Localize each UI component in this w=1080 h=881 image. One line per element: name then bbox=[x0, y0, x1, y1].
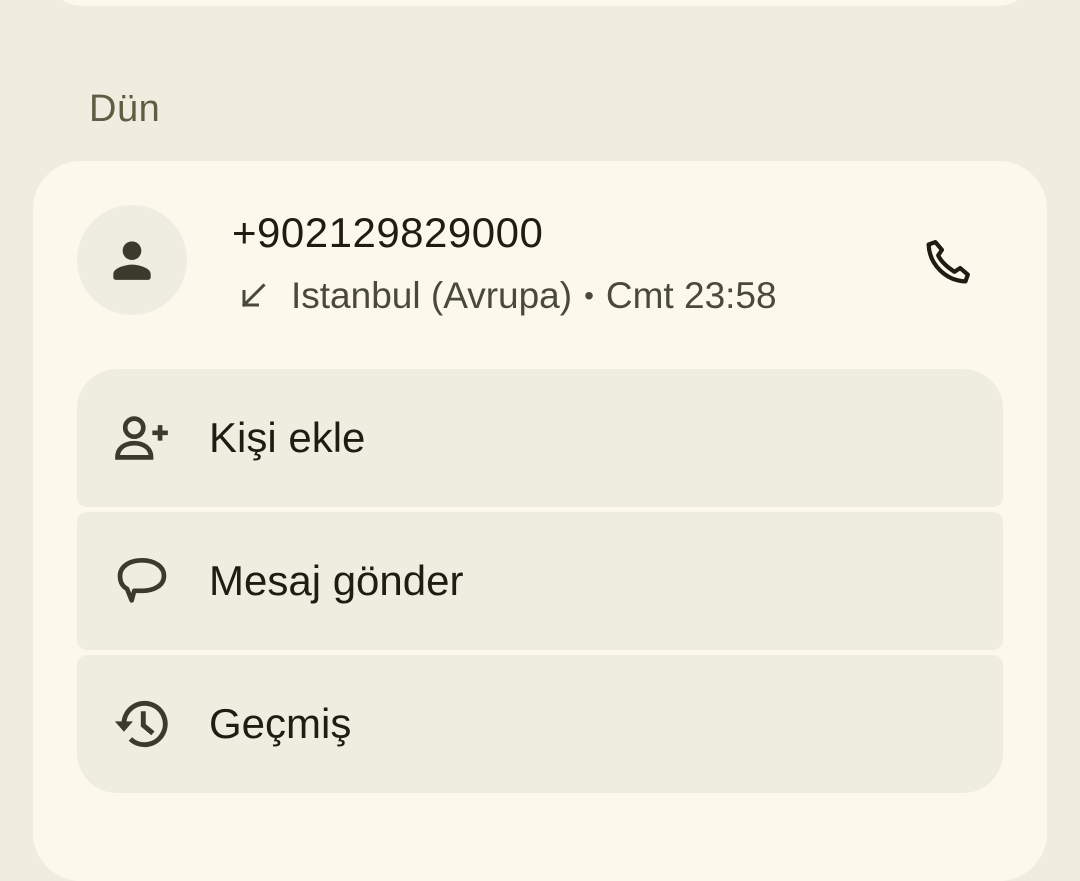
person-icon bbox=[104, 232, 160, 288]
call-back-button[interactable] bbox=[911, 225, 985, 299]
call-details: Istanbul (Avrupa) • Cmt 23:58 bbox=[235, 275, 777, 317]
section-header-yesterday: Dün bbox=[89, 88, 161, 130]
call-actions-list: Kişi ekle Mesaj gönder Geçmiş bbox=[77, 369, 1003, 798]
call-time: Cmt 23:58 bbox=[605, 275, 777, 316]
add-person-icon bbox=[109, 405, 175, 471]
avatar[interactable] bbox=[77, 205, 187, 315]
previous-card-edge bbox=[46, 0, 1034, 6]
caller-number[interactable]: +902129829000 bbox=[232, 209, 543, 257]
history-icon bbox=[109, 691, 175, 757]
call-location: Istanbul (Avrupa) bbox=[291, 275, 573, 316]
add-contact-button[interactable]: Kişi ekle bbox=[77, 369, 1003, 507]
meta-separator: • bbox=[584, 280, 594, 311]
history-label: Geçmiş bbox=[209, 700, 352, 747]
send-message-label: Mesaj gönder bbox=[209, 557, 464, 604]
history-button[interactable]: Geçmiş bbox=[77, 655, 1003, 793]
send-message-button[interactable]: Mesaj gönder bbox=[77, 512, 1003, 650]
call-log-card: +902129829000 Istanbul (Avrupa) • Cmt 23… bbox=[33, 161, 1047, 881]
message-bubble-icon bbox=[109, 548, 175, 614]
phone-icon bbox=[920, 234, 976, 290]
add-contact-label: Kişi ekle bbox=[209, 414, 366, 461]
incoming-call-arrow-icon bbox=[235, 278, 271, 314]
